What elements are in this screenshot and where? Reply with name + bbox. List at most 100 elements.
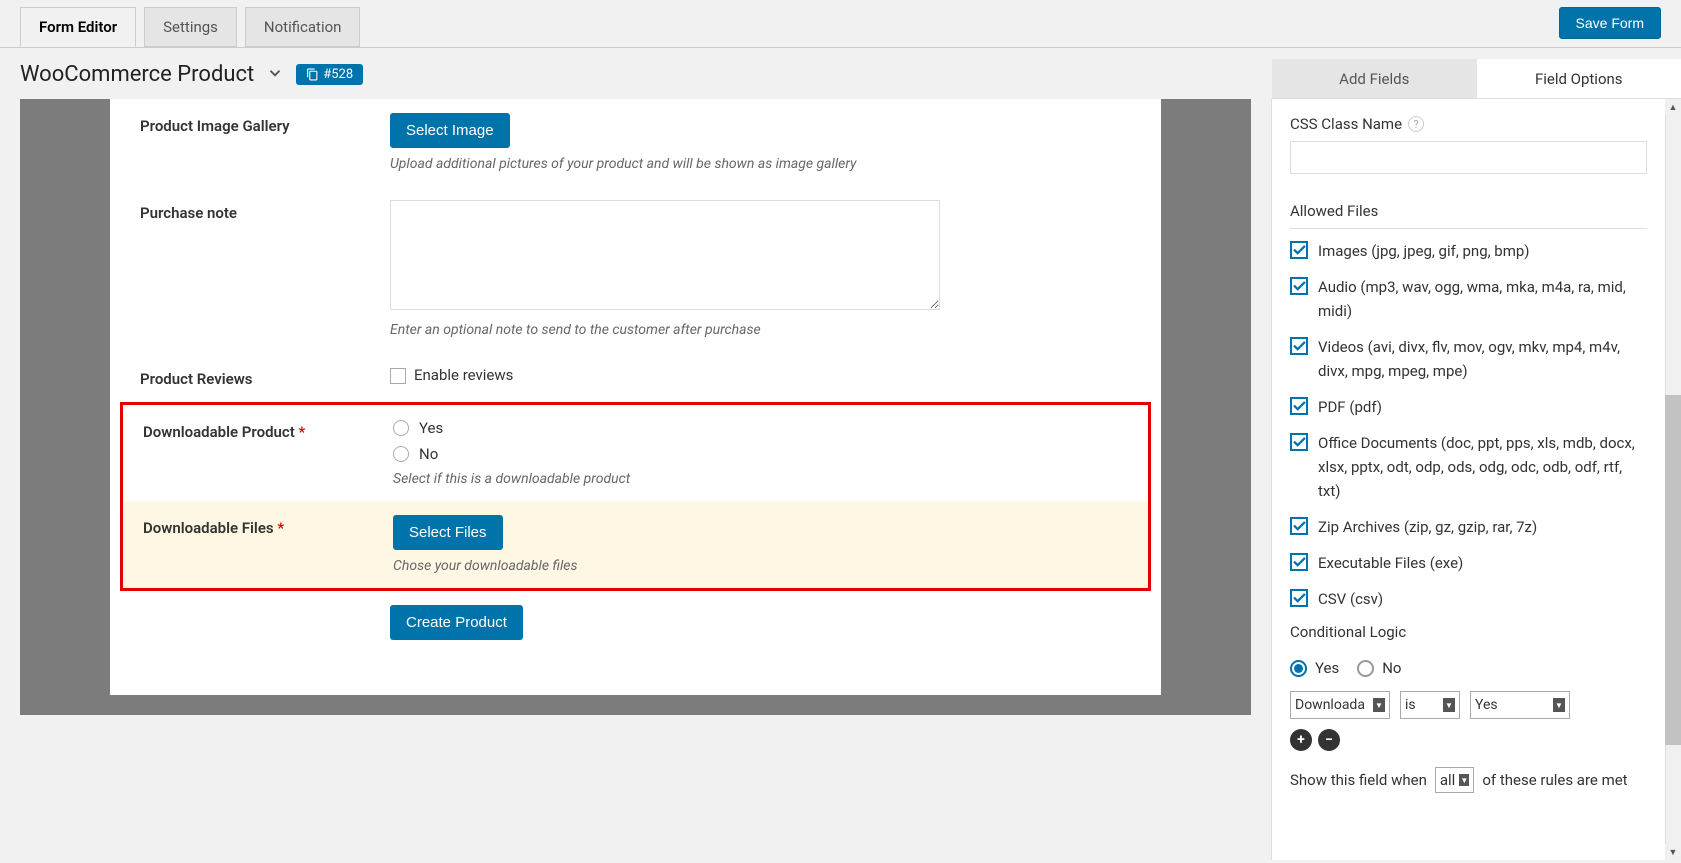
required-asterisk: * [299, 423, 306, 441]
field-hint: Chose your downloadable files [393, 558, 1128, 574]
conditional-logic-toggle: Yes No [1290, 659, 1647, 677]
field-hint: Enter an optional note to send to the cu… [390, 322, 1131, 338]
allowed-label: Videos (avi, divx, flv, mov, ogv, mkv, m… [1318, 335, 1647, 383]
checkbox-label: Enable reviews [414, 366, 513, 384]
main-container: Product Image Gallery Select Image Uploa… [0, 99, 1681, 860]
checkbox-checked-icon [1290, 433, 1308, 451]
select-image-button[interactable]: Select Image [390, 113, 510, 148]
radio-icon [393, 420, 409, 436]
scroll-down-arrow-icon[interactable]: ▼ [1665, 844, 1681, 860]
field-row-purchase-note: Purchase note Enter an optional note to … [110, 186, 1161, 352]
radio-label: No [419, 445, 438, 463]
cond-no-option[interactable]: No [1357, 659, 1401, 677]
help-icon[interactable]: ? [1408, 116, 1424, 132]
field-hint: Upload additional pictures of your produ… [390, 156, 1131, 172]
caret-down-icon: ▼ [1459, 774, 1469, 786]
submit-row: Create Product [110, 591, 1161, 640]
sidebar-scrollbar-track[interactable]: ▲ ▼ [1665, 99, 1681, 860]
allowed-label: Zip Archives (zip, gz, gzip, rar, 7z) [1318, 515, 1537, 539]
allowed-audio[interactable]: Audio (mp3, wav, ogg, wma, mka, m4a, ra,… [1290, 275, 1647, 323]
allowed-images[interactable]: Images (jpg, jpeg, gif, png, bmp) [1290, 239, 1647, 263]
allowed-label: Images (jpg, jpeg, gif, png, bmp) [1318, 239, 1530, 263]
radio-label: Yes [1315, 659, 1339, 677]
cond-yes-option[interactable]: Yes [1290, 659, 1339, 677]
form-id-badge[interactable]: #528 [296, 64, 363, 85]
top-bar: Form Editor Settings Notification Save F… [0, 0, 1681, 47]
form-id-text: #528 [323, 67, 353, 82]
field-label: Purchase note [140, 200, 390, 338]
select-files-button[interactable]: Select Files [393, 515, 503, 550]
tab-form-editor[interactable]: Form Editor [20, 7, 136, 47]
top-tabs: Form Editor Settings Notification [20, 7, 360, 47]
field-label: Downloadable Files * [143, 515, 393, 574]
allowed-files-title: Allowed Files [1290, 202, 1647, 229]
allowed-pdf[interactable]: PDF (pdf) [1290, 395, 1647, 419]
tab-field-options[interactable]: Field Options [1477, 59, 1681, 98]
rule-value-select[interactable]: Yes▼ [1470, 691, 1570, 719]
allowed-label: PDF (pdf) [1318, 395, 1382, 419]
field-row-image-gallery: Product Image Gallery Select Image Uploa… [110, 99, 1161, 186]
required-asterisk: * [277, 519, 284, 537]
field-row-downloadable-files[interactable]: Downloadable Files * Select Files Chose … [123, 501, 1148, 588]
radio-checked-icon [1290, 660, 1307, 677]
allowed-zip[interactable]: Zip Archives (zip, gz, gzip, rar, 7z) [1290, 515, 1647, 539]
create-product-button[interactable]: Create Product [390, 605, 523, 640]
allowed-label: CSV (csv) [1318, 587, 1383, 611]
tab-notification[interactable]: Notification [245, 7, 361, 47]
field-label: Downloadable Product * [143, 419, 393, 487]
field-row-downloadable: Downloadable Product * Yes No Sele [123, 405, 1148, 501]
rule-field-select[interactable]: Downloada▼ [1290, 691, 1390, 719]
show-when-row: Show this field when all▼ of these rules… [1290, 767, 1647, 793]
allowed-label: Audio (mp3, wav, ogg, wma, mka, m4a, ra,… [1318, 275, 1647, 323]
radio-yes[interactable]: Yes [393, 419, 1128, 437]
form-preview: Product Image Gallery Select Image Uploa… [110, 99, 1161, 695]
conditional-logic-title: Conditional Logic [1290, 623, 1647, 649]
css-class-label: CSS Class Name ? [1290, 115, 1647, 133]
purchase-note-textarea[interactable] [390, 200, 940, 310]
allowed-office[interactable]: Office Documents (doc, ppt, pps, xls, md… [1290, 431, 1647, 503]
sidebar-tabs: Add Fields Field Options [1272, 59, 1681, 99]
checkbox-checked-icon [1290, 277, 1308, 295]
checkbox-checked-icon [1290, 241, 1308, 259]
scroll-up-arrow-icon[interactable]: ▲ [1665, 99, 1681, 115]
caret-down-icon: ▼ [1373, 698, 1385, 712]
rule-action-buttons: + − [1290, 729, 1647, 751]
css-class-input[interactable] [1290, 141, 1647, 174]
radio-label: Yes [419, 419, 443, 437]
form-canvas-area: Product Image Gallery Select Image Uploa… [0, 99, 1271, 860]
allowed-exe[interactable]: Executable Files (exe) [1290, 551, 1647, 575]
highlighted-group: Downloadable Product * Yes No Sele [120, 402, 1151, 591]
checkbox-icon [390, 368, 406, 384]
sidebar-scrollbar-thumb[interactable] [1665, 395, 1681, 745]
radio-unchecked-icon [1357, 660, 1374, 677]
checkbox-checked-icon [1290, 553, 1308, 571]
tab-settings[interactable]: Settings [144, 7, 237, 47]
field-label: Product Reviews [140, 366, 390, 388]
allowed-label: Office Documents (doc, ppt, pps, xls, md… [1318, 431, 1647, 503]
form-title: WooCommerce Product [20, 62, 254, 87]
tab-add-fields[interactable]: Add Fields [1272, 59, 1477, 98]
add-rule-button[interactable]: + [1290, 729, 1312, 751]
caret-down-icon: ▼ [1443, 698, 1455, 712]
show-when-pre: Show this field when [1290, 771, 1427, 789]
checkbox-checked-icon [1290, 517, 1308, 535]
field-options-panel: CSS Class Name ? Allowed Files Images (j… [1272, 99, 1665, 809]
remove-rule-button[interactable]: − [1318, 729, 1340, 751]
enable-reviews-checkbox-row[interactable]: Enable reviews [390, 366, 513, 384]
caret-down-icon: ▼ [1553, 698, 1565, 712]
allowed-csv[interactable]: CSV (csv) [1290, 587, 1647, 611]
field-hint: Select if this is a downloadable product [393, 471, 1128, 487]
save-form-button[interactable]: Save Form [1559, 7, 1661, 39]
radio-no[interactable]: No [393, 445, 1128, 463]
chevron-down-icon[interactable] [266, 64, 284, 86]
checkbox-checked-icon [1290, 589, 1308, 607]
allowed-label: Executable Files (exe) [1318, 551, 1463, 575]
field-row-reviews: Product Reviews Enable reviews [110, 352, 1161, 402]
allowed-videos[interactable]: Videos (avi, divx, flv, mov, ogv, mkv, m… [1290, 335, 1647, 383]
rule-operator-select[interactable]: is▼ [1400, 691, 1460, 719]
condition-rule-row: Downloada▼ is▼ Yes▼ [1290, 691, 1647, 719]
radio-label: No [1382, 659, 1401, 677]
field-label: Product Image Gallery [140, 113, 390, 172]
show-when-match-select[interactable]: all▼ [1435, 767, 1474, 793]
right-sidebar: Add Fields Field Options CSS Class Name … [1271, 99, 1681, 860]
